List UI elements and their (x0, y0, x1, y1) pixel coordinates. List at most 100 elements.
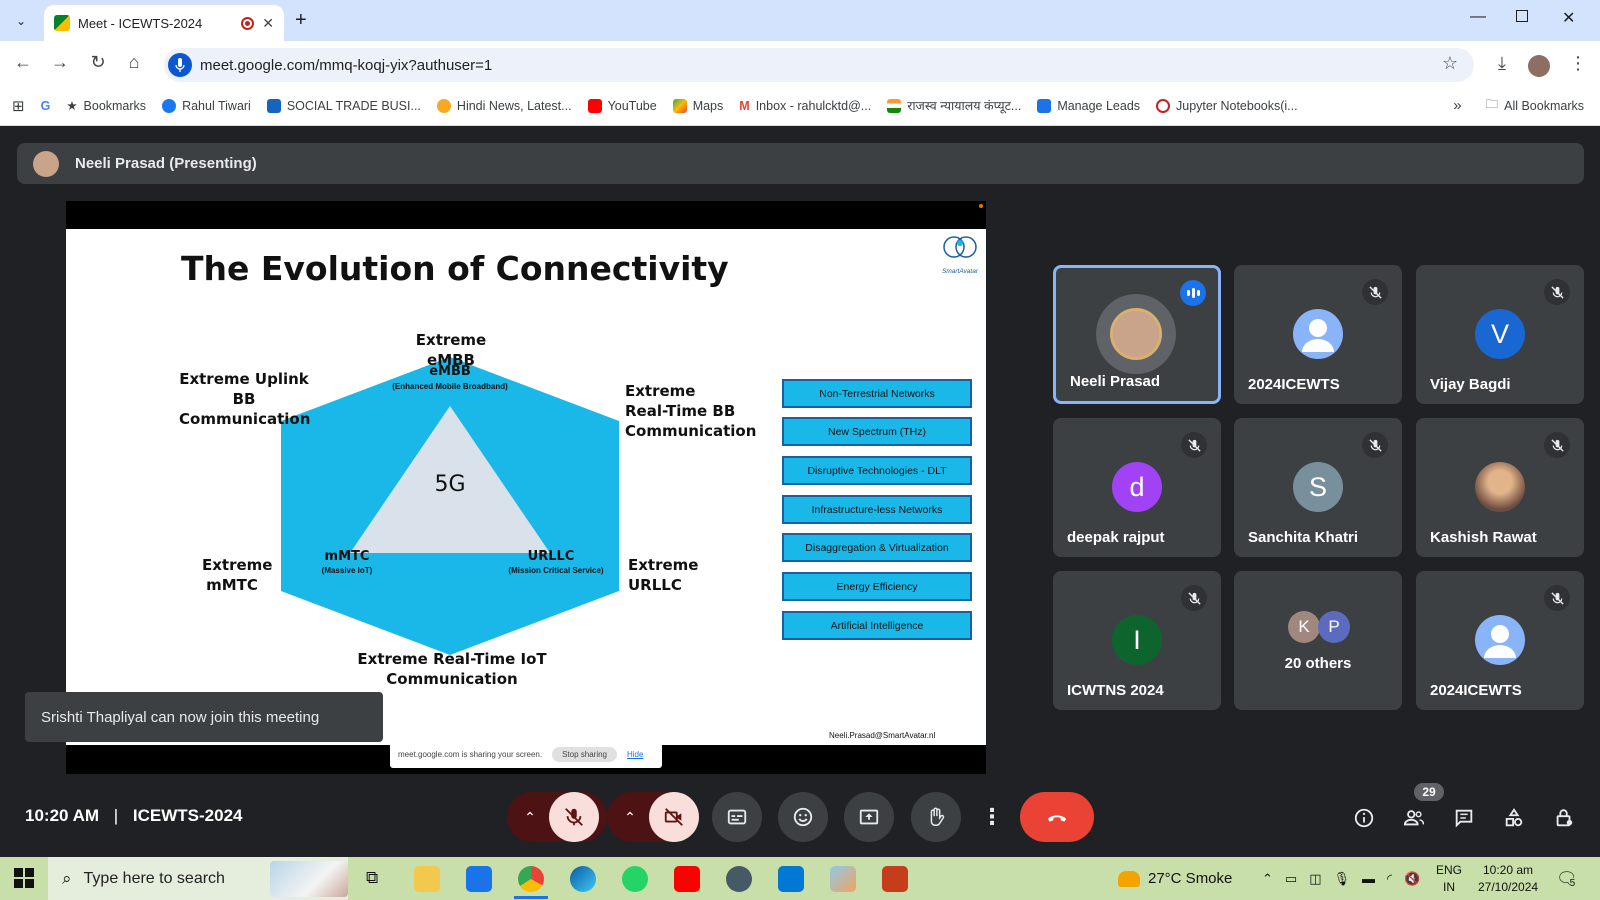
muted-mic-icon (1544, 279, 1570, 305)
stop-sharing-button[interactable]: Stop sharing (552, 747, 617, 762)
label-upper-right-line2: Real-Time BB (625, 402, 736, 420)
microphone-permission-icon[interactable] (168, 53, 192, 77)
download-icon[interactable]: ⤓ (1490, 53, 1514, 74)
participant-tile-sanchita-khatri[interactable]: S Sanchita Khatri (1234, 418, 1402, 557)
camera-options-chevron-icon[interactable]: ⌃ (618, 805, 642, 829)
participant-tile-icwtns-2024[interactable]: I ICWTNS 2024 (1053, 571, 1221, 710)
youtube-app-icon[interactable] (674, 866, 700, 892)
google-bookmark-icon[interactable]: G (41, 99, 51, 113)
new-tab-icon[interactable]: + (295, 9, 307, 32)
app-circle-icon[interactable] (726, 866, 752, 892)
meeting-info-text: 10:20 AM | ICEWTS-2024 (25, 806, 243, 826)
slide-email: Neeli.Prasad@SmartAvatar.nl (829, 731, 936, 740)
chrome-icon[interactable] (518, 866, 544, 892)
edge-icon[interactable] (570, 866, 596, 892)
bookmark-inbox[interactable]: M Inbox - rahulcktd@... (739, 99, 871, 113)
home-icon[interactable]: ⌂ (122, 52, 146, 73)
captions-button[interactable] (712, 792, 762, 842)
language-indicator[interactable]: ENG IN (1436, 857, 1462, 900)
bookmark-bookmarks[interactable]: ★ Bookmarks (66, 98, 146, 114)
bookmark-hindi-news[interactable]: Hindi News, Latest... (436, 98, 572, 113)
bookmark-social-trade[interactable]: SOCIAL TRADE BUSI... (266, 98, 421, 113)
bookmark-rahul-tiwari[interactable]: Rahul Tiwari (162, 98, 251, 113)
participant-name: deepak rajput (1067, 529, 1165, 546)
host-controls-button[interactable] (1549, 803, 1579, 833)
battery-icon[interactable]: ▬ (1362, 871, 1375, 886)
participant-tile-neeli-prasad[interactable]: Neeli Prasad (1053, 265, 1221, 404)
label-urllc: URLLC (527, 549, 575, 564)
participant-tile-kashish-rawat[interactable]: Kashish Rawat (1416, 418, 1584, 557)
file-explorer-icon[interactable] (414, 866, 440, 892)
label-upper-left-line2: Communication (179, 410, 311, 428)
window-close-icon[interactable]: ✕ (1562, 8, 1575, 28)
label-embb: eMBB (429, 364, 471, 379)
meeting-time: 10:20 AM (25, 806, 100, 825)
participant-tile-2024icewts[interactable]: 2024ICEWTS (1234, 265, 1402, 404)
participant-tile-others[interactable]: K P 20 others (1234, 571, 1402, 710)
apps-grid-icon[interactable]: ⊞ (12, 97, 25, 115)
tray-overflow-icon[interactable]: ⌃ (1262, 871, 1273, 887)
bookmark-revenue-court[interactable]: राजस्व न्यायालय कंप्यूट... (887, 97, 1021, 114)
label-lower-right-line1: Extreme (628, 556, 699, 574)
reload-icon[interactable]: ↻ (86, 52, 110, 73)
paint-icon[interactable] (830, 866, 856, 892)
restore-icon[interactable] (1516, 10, 1528, 22)
more-options-button[interactable]: ⋮ (977, 792, 1007, 842)
raise-hand-button[interactable] (911, 792, 961, 842)
address-bar[interactable]: meet.google.com/mmq-koqj-yix?authuser=1 (164, 48, 1474, 82)
tab-close-icon[interactable]: ✕ (262, 15, 274, 32)
chat-button[interactable] (1449, 803, 1479, 833)
task-view-icon[interactable]: ⧉ (366, 868, 378, 888)
present-screen-button[interactable] (844, 792, 894, 842)
volume-muted-icon[interactable]: 🔇 (1404, 871, 1420, 887)
browser-tab[interactable]: Meet - ICEWTS-2024 ✕ (44, 5, 284, 41)
others-count-label: 20 others (1284, 655, 1352, 672)
wifi-icon[interactable]: ◜ (1387, 871, 1392, 887)
bookmark-manage-leads[interactable]: Manage Leads (1037, 98, 1140, 113)
windows-start-icon[interactable] (14, 868, 34, 888)
chat-icon (1455, 809, 1473, 828)
join-notification-toast: Srishti Thapliyal can now join this meet… (25, 692, 383, 742)
maps-icon (672, 98, 687, 113)
reactions-button[interactable] (778, 792, 828, 842)
menu-kebab-icon[interactable]: ⋮ (1566, 53, 1590, 74)
back-icon[interactable]: ← (11, 52, 35, 73)
turn-on-camera-button[interactable] (649, 792, 699, 842)
meeting-details-button[interactable] (1349, 803, 1379, 833)
leave-call-button[interactable] (1020, 792, 1094, 842)
all-bookmarks[interactable]: 🗀 All Bookmarks (1486, 95, 1584, 116)
participant-tile-2024icewts-2[interactable]: 2024ICEWTS (1416, 571, 1584, 710)
bookmark-maps[interactable]: Maps (672, 98, 723, 113)
weather-widget[interactable]: 27°C Smoke (1118, 857, 1232, 900)
tab-search-icon[interactable]: ⌄ (10, 10, 32, 32)
bookmark-jupyter[interactable]: Jupyter Notebooks(i... (1156, 98, 1298, 113)
notification-center[interactable]: 🗨 5 (1556, 857, 1578, 900)
presenter-avatar (33, 150, 59, 177)
meeting-name: ICEWTS-2024 (132, 806, 243, 825)
mail-icon[interactable] (466, 866, 492, 892)
bookmark-star-icon[interactable]: ☆ (1438, 53, 1462, 74)
participant-tile-deepak-rajput[interactable]: d deepak rajput (1053, 418, 1221, 557)
muted-mic-icon (1181, 432, 1207, 458)
more-bookmarks-icon[interactable]: » (1453, 97, 1461, 114)
profile-avatar[interactable] (1528, 55, 1550, 77)
camera-tray-icon[interactable]: ◫ (1309, 871, 1321, 887)
microsoft-store-icon[interactable] (778, 866, 804, 892)
hide-share-bar-link[interactable]: Hide (627, 750, 643, 759)
taskbar-search-box[interactable]: ⌕ Type here to search (48, 857, 348, 900)
mic-tray-icon[interactable]: 🎙 (1334, 871, 1351, 887)
minimize-icon[interactable]: — (1470, 8, 1486, 26)
forward-icon[interactable]: → (48, 52, 72, 73)
whatsapp-icon[interactable] (622, 866, 648, 892)
powerpoint-icon[interactable] (882, 866, 908, 892)
unmute-mic-button[interactable] (549, 792, 599, 842)
meet-tray-icon[interactable]: ▭ (1285, 871, 1297, 887)
participant-tile-vijay-bagdi[interactable]: V Vijay Bagdi (1416, 265, 1584, 404)
mic-options-chevron-icon[interactable]: ⌃ (518, 805, 542, 829)
speaking-indicator-icon (1180, 280, 1206, 306)
taskbar-clock[interactable]: 10:20 am 27/10/2024 (1478, 857, 1538, 900)
bookmark-youtube[interactable]: YouTube (587, 98, 657, 113)
people-button[interactable] (1399, 803, 1429, 833)
screen-indicator-dot (979, 204, 983, 208)
activities-button[interactable] (1499, 803, 1529, 833)
